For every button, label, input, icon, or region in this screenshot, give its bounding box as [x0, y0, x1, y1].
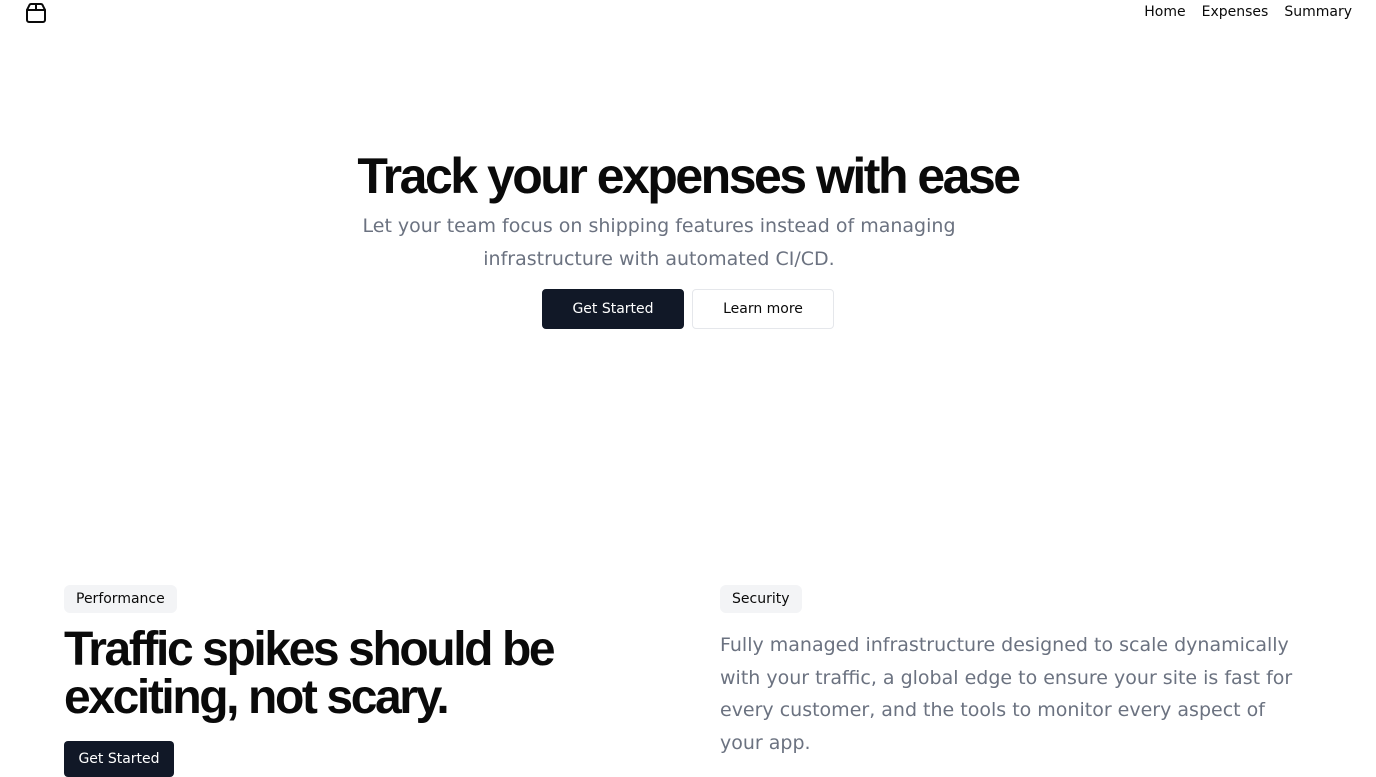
feature-get-started-button[interactable]: Get Started: [64, 741, 174, 777]
hero-title: Track your expenses with ease: [357, 148, 1021, 204]
security-description: Fully managed infrastructure designed to…: [720, 634, 1293, 754]
hero-actions: Get Started Learn more: [542, 289, 834, 329]
get-started-button[interactable]: Get Started: [542, 289, 684, 329]
nav-links: Home Expenses Summary: [1144, 3, 1352, 21]
feature-security: Security Fully managed infrastructure de…: [720, 585, 1320, 759]
learn-more-button[interactable]: Learn more: [692, 289, 834, 329]
security-badge: Security: [720, 585, 802, 613]
hero-subtitle: Let your team focus on shipping features…: [362, 215, 956, 270]
package-box-icon[interactable]: [24, 1, 48, 25]
nav-link-expenses[interactable]: Expenses: [1202, 3, 1269, 21]
feature-performance: Performance Traffic spikes should be exc…: [64, 585, 664, 777]
top-nav: Home Expenses Summary: [0, 0, 1376, 26]
performance-badge: Performance: [64, 585, 177, 613]
nav-link-summary[interactable]: Summary: [1284, 3, 1352, 21]
hero-section: Track your expenses with ease Let your t…: [0, 145, 1376, 329]
feature-heading: Traffic spikes should be exciting, not s…: [64, 623, 556, 724]
nav-link-home[interactable]: Home: [1144, 3, 1185, 21]
